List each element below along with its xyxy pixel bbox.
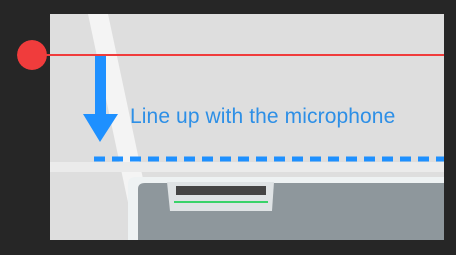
red-circle-marker-icon[interactable] bbox=[17, 40, 47, 70]
highlight-band bbox=[50, 162, 444, 172]
microphone-slot bbox=[176, 186, 266, 195]
microphone-slot-green-line bbox=[174, 201, 268, 203]
camera-alignment-frame: Line up with the microphone bbox=[0, 0, 456, 255]
alignment-red-line bbox=[32, 54, 444, 56]
alignment-panel: Line up with the microphone bbox=[50, 14, 444, 240]
arrow-shaft bbox=[95, 54, 106, 116]
instruction-text: Line up with the microphone bbox=[130, 105, 396, 128]
